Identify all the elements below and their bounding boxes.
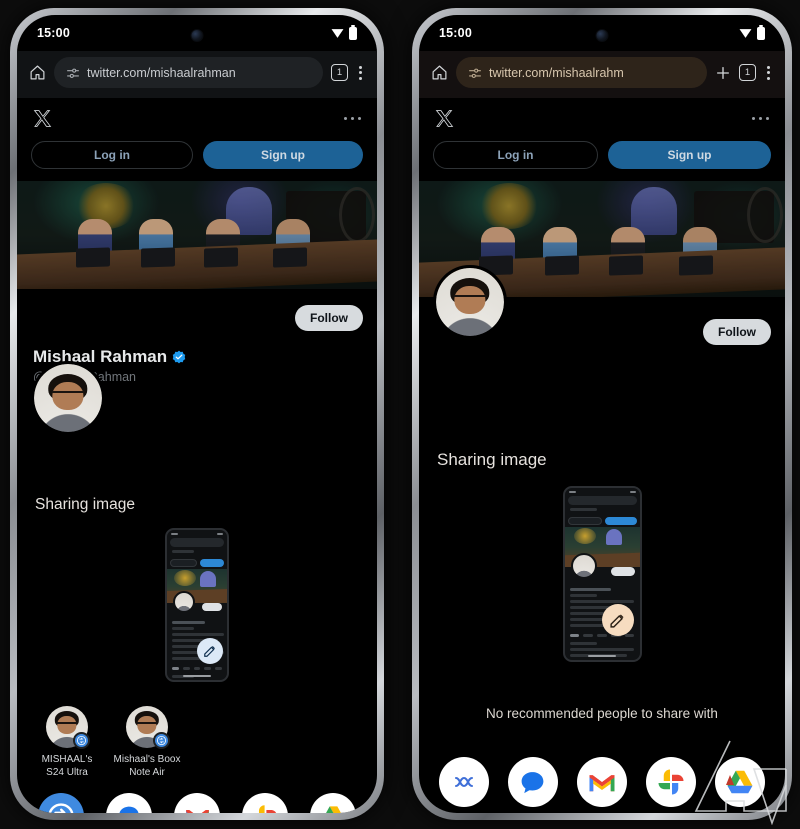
status-clock: 15:00: [439, 26, 472, 40]
profile-banner-image: [17, 181, 377, 289]
google-messages-icon: [507, 757, 558, 807]
twitter-page-right: Log in Sign up Follow Sharing image No r…: [419, 98, 785, 807]
browser-toolbar-left: twitter.com/mishaalrahman 1: [17, 51, 377, 98]
quick-share-icon: [76, 735, 87, 746]
url-text: twitter.com/mishaalrahm: [489, 65, 624, 80]
x-header: [419, 98, 785, 137]
verified-badge-icon: [172, 350, 186, 364]
person-target[interactable]: Mishaal's Boox Note Air: [111, 706, 183, 779]
google-photos-icon: [242, 793, 288, 813]
no-recommended-people-message: No recommended people to share with: [486, 706, 718, 721]
gmail-icon: [174, 793, 220, 813]
google-drive-icon: [310, 793, 356, 813]
quick-share-icon: [38, 793, 84, 813]
phone-device-left: 15:00 twitter.com/mishaalrahman 1 Log in…: [10, 8, 384, 820]
share-target-gmail[interactable]: Gmail: [567, 757, 636, 813]
share-target-nearby-share[interactable]: Nearby Share: [429, 757, 498, 813]
home-icon[interactable]: [29, 64, 46, 81]
share-sheet-title: Sharing image: [35, 496, 135, 513]
front-camera-punch-hole: [595, 29, 609, 42]
pencil-edit-fab[interactable]: [197, 638, 223, 664]
share-apps-row-right: Nearby Share Messages: [419, 749, 785, 813]
share-target-drive[interactable]: Drive: [299, 793, 367, 813]
auth-buttons-row: Log in Sign up: [17, 137, 377, 181]
kebab-menu-icon[interactable]: [356, 64, 365, 82]
share-target-photos[interactable]: Photos Upload to Ph...: [231, 793, 299, 813]
more-horizontal-icon[interactable]: [343, 116, 361, 121]
status-icons: [739, 26, 765, 40]
x-logo[interactable]: [33, 109, 52, 128]
front-camera-punch-hole: [190, 29, 204, 42]
pencil-icon: [204, 646, 215, 657]
share-target-quick-share[interactable]: Quick Share: [27, 793, 95, 813]
status-clock: 15:00: [37, 26, 70, 40]
wifi-icon: [739, 28, 752, 38]
wifi-icon: [331, 28, 344, 38]
battery-icon: [757, 26, 765, 40]
google-drive-icon: [715, 757, 766, 807]
omnibox-right[interactable]: twitter.com/mishaalrahm: [456, 57, 707, 88]
share-target-photos[interactable]: Photos Upload to P...: [637, 757, 706, 813]
person-label: Mishaal's Boox Note Air: [113, 754, 181, 778]
shared-image-preview[interactable]: [165, 528, 229, 682]
tab-switcher-button[interactable]: 1: [331, 64, 348, 81]
quick-share-icon: [156, 735, 167, 746]
follow-button[interactable]: Follow: [295, 305, 363, 331]
browser-toolbar-right: twitter.com/mishaalrahm 1: [419, 51, 785, 98]
url-text: twitter.com/mishaalrahman: [87, 65, 236, 80]
avatar: [46, 706, 90, 749]
login-button[interactable]: Log in: [433, 141, 598, 169]
twitter-page-left: Log in Sign up Follow Mishaal Rahman Sha…: [17, 98, 377, 813]
recommended-people-row: MISHAAL's S24 Ultra Mishaal's Boox Note …: [17, 692, 377, 785]
tab-switcher-button[interactable]: 1: [739, 64, 756, 81]
omnibox-left[interactable]: twitter.com/mishaalrahman: [54, 57, 323, 88]
avatar: [126, 706, 170, 749]
more-horizontal-icon[interactable]: [751, 116, 769, 121]
quick-share-badge: [153, 732, 170, 749]
status-icons: [331, 26, 357, 40]
person-label: MISHAAL's S24 Ultra: [41, 754, 93, 778]
kebab-menu-icon[interactable]: [764, 64, 773, 82]
share-preview-area: [17, 514, 377, 692]
battery-icon: [349, 26, 357, 40]
share-target-gmail[interactable]: Gmail: [163, 793, 231, 813]
profile-avatar[interactable]: [31, 361, 105, 435]
profile-avatar[interactable]: [433, 265, 507, 339]
google-photos-icon: [646, 757, 697, 807]
login-button[interactable]: Log in: [31, 141, 193, 169]
x-logo[interactable]: [435, 109, 454, 128]
nearby-share-icon: [438, 757, 489, 807]
signup-button[interactable]: Sign up: [203, 141, 363, 169]
screenshot-stage: 15:00 twitter.com/mishaalrahman 1 Log in…: [0, 0, 800, 829]
share-preview-area: [419, 470, 785, 674]
shared-image-preview[interactable]: [562, 486, 642, 662]
share-target-drive[interactable]: Drive: [706, 757, 775, 813]
signup-button[interactable]: Sign up: [608, 141, 771, 169]
phone-screen-left: 15:00 twitter.com/mishaalrahman 1 Log in…: [17, 15, 377, 813]
pencil-edit-fab[interactable]: [601, 604, 634, 636]
tune-icon: [469, 68, 481, 78]
share-target-messages[interactable]: Messages: [498, 757, 567, 813]
share-apps-row-left: Quick Share Messages: [17, 785, 377, 813]
phone-screen-right: 15:00 twitter.com/mishaalrahm 1 Log in S…: [419, 15, 785, 813]
quick-share-badge: [73, 732, 90, 749]
person-target[interactable]: MISHAAL's S24 Ultra: [31, 706, 103, 779]
x-header: [17, 98, 377, 137]
follow-button[interactable]: Follow: [703, 319, 771, 345]
share-target-messages[interactable]: Messages: [95, 793, 163, 813]
auth-buttons-row: Log in Sign up: [419, 137, 785, 181]
share-sheet-title: Sharing image: [437, 450, 547, 469]
home-icon[interactable]: [431, 64, 448, 81]
gmail-icon: [577, 757, 627, 807]
phone-device-right: 15:00 twitter.com/mishaalrahm 1 Log in S…: [412, 8, 792, 820]
tune-icon: [67, 68, 79, 78]
pencil-icon: [610, 613, 624, 628]
plus-icon[interactable]: [715, 65, 731, 81]
google-messages-icon: [106, 793, 152, 813]
